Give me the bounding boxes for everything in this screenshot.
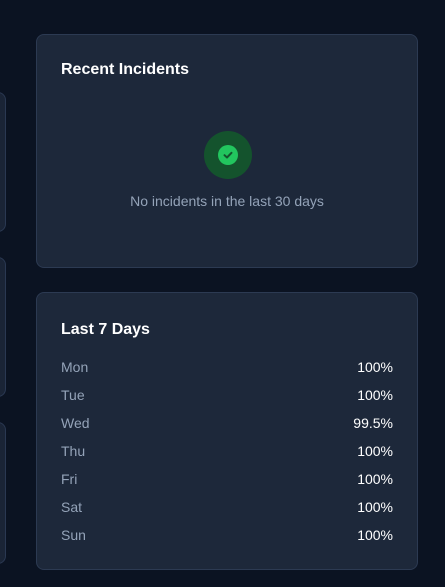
day-row-sun: Sun 100% [61, 525, 393, 545]
day-row-mon: Mon 100% [61, 357, 393, 377]
day-label: Sun [61, 527, 86, 543]
status-page: Recent Incidents No incidents in the las… [0, 0, 445, 587]
no-incidents-message: No incidents in the last 30 days [130, 193, 324, 209]
last-7-days-title: Last 7 Days [61, 321, 150, 338]
uptime-value: 100% [357, 359, 393, 375]
recent-incidents-card: Recent Incidents No incidents in the las… [36, 34, 418, 268]
partial-card-1 [0, 92, 6, 232]
check-circle-icon [218, 145, 238, 165]
day-label: Fri [61, 471, 78, 487]
day-label: Tue [61, 387, 85, 403]
uptime-value: 99.5% [353, 415, 393, 431]
last-7-days-card: Last 7 Days Mon 100% Tue 100% Wed 99.5% … [36, 292, 418, 570]
day-row-fri: Fri 100% [61, 469, 393, 489]
uptime-value: 100% [357, 527, 393, 543]
day-label: Wed [61, 415, 90, 431]
day-row-wed: Wed 99.5% [61, 413, 393, 433]
recent-incidents-title: Recent Incidents [61, 61, 190, 78]
day-row-thu: Thu 100% [61, 441, 393, 461]
uptime-value: 100% [357, 499, 393, 515]
day-row-sat: Sat 100% [61, 497, 393, 517]
uptime-value: 100% [357, 471, 393, 487]
uptime-value: 100% [357, 443, 393, 459]
day-label: Thu [61, 443, 86, 459]
day-row-tue: Tue 100% [61, 385, 393, 405]
day-label: Mon [61, 359, 89, 375]
partial-card-3 [0, 422, 6, 564]
partial-card-2 [0, 257, 6, 397]
uptime-value: 100% [357, 387, 393, 403]
all-clear-indicator [204, 131, 252, 179]
day-label: Sat [61, 499, 83, 515]
checkmark-icon [223, 151, 233, 159]
